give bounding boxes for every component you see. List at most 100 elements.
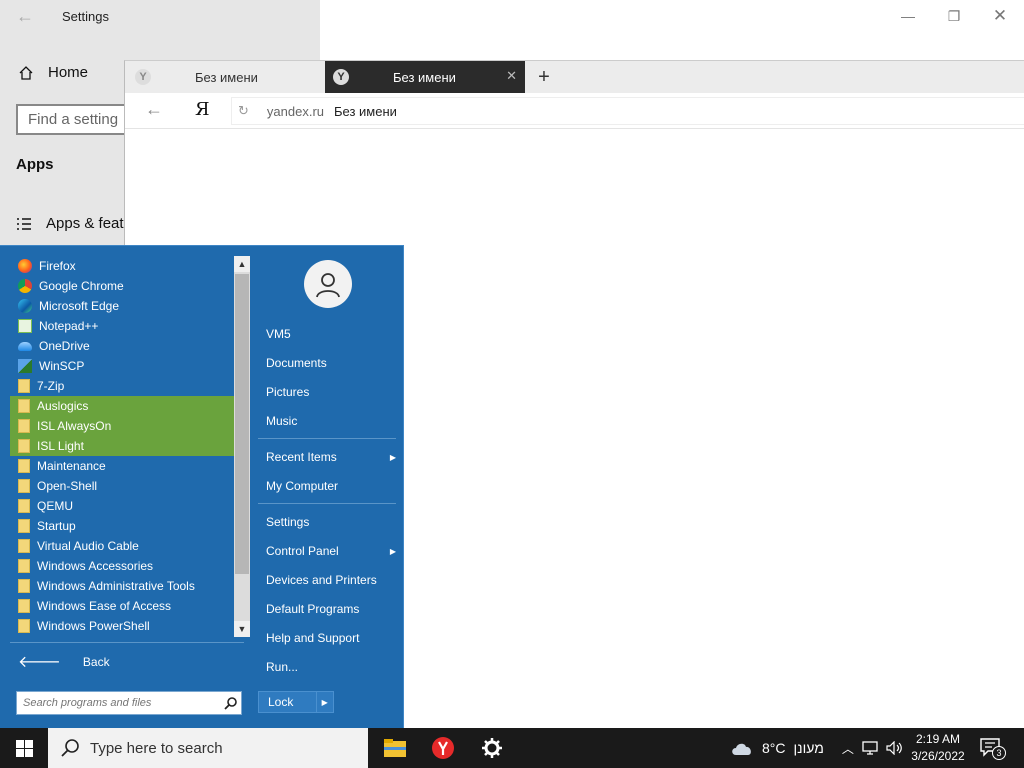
volume-icon[interactable] <box>886 741 904 755</box>
program-label: QEMU <box>37 499 73 513</box>
program-label: Maintenance <box>37 459 106 473</box>
taskbar-clock[interactable]: 2:19 AM 3/26/2022 <box>906 731 970 765</box>
gear-icon <box>482 738 502 758</box>
start-search-box[interactable] <box>16 691 242 715</box>
program-item[interactable]: Maintenance <box>10 456 234 476</box>
find-setting-input[interactable]: Find a setting <box>16 104 128 135</box>
lock-options-icon[interactable]: ▶ <box>315 692 333 712</box>
settings-back-icon[interactable]: ← <box>16 6 34 27</box>
program-label: ISL Light <box>37 439 84 453</box>
program-list-scrollbar[interactable]: ▲ ▼ <box>234 256 250 637</box>
cloud-icon[interactable] <box>730 740 754 756</box>
music-link[interactable]: Music <box>266 414 396 428</box>
settings-apps-features-link[interactable]: Apps & featu <box>16 215 132 232</box>
yandex-tab-icon: Y <box>333 69 349 85</box>
program-label: Notepad++ <box>39 319 99 333</box>
program-item[interactable]: QEMU <box>10 496 234 516</box>
scroll-up-icon[interactable]: ▲ <box>234 256 250 272</box>
weather-desc[interactable]: מעונן <box>794 740 824 756</box>
weather-temp[interactable]: 8°C <box>762 740 786 756</box>
program-item[interactable]: OneDrive <box>10 336 234 356</box>
folder-icon <box>18 499 30 513</box>
chevron-up-icon[interactable]: ︿ <box>842 740 854 757</box>
settings-taskbar-button[interactable] <box>468 728 516 768</box>
folder-icon <box>18 559 30 573</box>
documents-link[interactable]: Documents <box>266 356 396 370</box>
folder-icon <box>18 539 30 553</box>
tab-bar: Y Без имени Y Без имени ✕ + <box>125 61 1024 93</box>
settings-link[interactable]: Settings <box>266 515 396 529</box>
folder-icon <box>18 579 30 593</box>
devices-printers-link[interactable]: Devices and Printers <box>266 573 396 587</box>
program-item[interactable]: Open-Shell <box>10 476 234 496</box>
firefox-icon <box>18 259 32 273</box>
yandex-browser-icon <box>432 737 454 759</box>
default-programs-link[interactable]: Default Programs <box>266 602 396 616</box>
program-label: Google Chrome <box>39 279 124 293</box>
tab-close-icon[interactable]: ✕ <box>506 68 517 84</box>
address-bar[interactable]: ↻ yandex.ru Без имени <box>231 97 1024 125</box>
program-item[interactable]: Auslogics <box>10 396 234 416</box>
folder-icon <box>18 599 30 613</box>
yandex-tab-icon: Y <box>135 69 151 85</box>
program-item[interactable]: Firefox <box>10 256 234 276</box>
notification-center-button[interactable]: 3 <box>980 738 1006 760</box>
program-item[interactable]: ISL Light <box>10 436 234 456</box>
browser-back-icon[interactable]: ← <box>145 99 163 120</box>
network-icon[interactable] <box>862 741 878 755</box>
reload-icon[interactable]: ↻ <box>238 103 249 119</box>
minimize-icon[interactable]: — <box>890 4 926 28</box>
program-item[interactable]: 7-Zip <box>10 376 234 396</box>
program-item[interactable]: Microsoft Edge <box>10 296 234 316</box>
restore-icon[interactable]: ❐ <box>936 4 972 28</box>
start-right-column: VM5 Documents Pictures Music Recent Item… <box>256 246 404 729</box>
program-item[interactable]: Google Chrome <box>10 276 234 296</box>
back-button[interactable]: 🡐 Back <box>18 651 110 672</box>
program-item[interactable]: Windows Administrative Tools <box>10 576 234 596</box>
program-item[interactable]: Notepad++ <box>10 316 234 336</box>
lock-button[interactable]: Lock ▶ <box>258 691 334 713</box>
user-folder-link[interactable]: VM5 <box>266 327 396 341</box>
program-item[interactable]: WinSCP <box>10 356 234 376</box>
run-link[interactable]: Run... <box>266 660 396 674</box>
recent-items-link[interactable]: Recent Items ▶ <box>266 450 396 464</box>
tab-title: Без имени <box>195 69 258 85</box>
browser-tab-1[interactable]: Y Без имени <box>125 61 325 93</box>
control-panel-link[interactable]: Control Panel ▶ <box>266 544 396 558</box>
settings-home-label: Home <box>48 64 89 81</box>
program-item[interactable]: Windows Ease of Access <box>10 596 234 616</box>
program-label: Windows Ease of Access <box>37 599 172 613</box>
search-icon <box>61 739 79 757</box>
my-computer-link[interactable]: My Computer <box>266 479 396 493</box>
program-item[interactable]: ISL AlwaysOn <box>10 416 234 436</box>
submenu-arrow-icon: ▶ <box>389 546 396 556</box>
settings-home-link[interactable]: Home <box>18 64 88 81</box>
user-avatar[interactable] <box>304 260 352 308</box>
edge-icon <box>18 299 32 313</box>
program-item[interactable]: Windows PowerShell <box>10 616 234 636</box>
program-label: Windows Accessories <box>37 559 154 573</box>
taskbar-search-placeholder: Type here to search <box>90 739 223 757</box>
new-tab-button[interactable]: + <box>531 63 557 91</box>
browser-tab-2-active[interactable]: Y Без имени ✕ <box>325 61 525 93</box>
search-icon[interactable] <box>221 696 241 710</box>
pictures-link[interactable]: Pictures <box>266 385 396 399</box>
browser-toolbar: ← Я ↻ yandex.ru Без имени <box>125 93 1024 129</box>
notification-count-badge: 3 <box>992 746 1006 760</box>
program-item[interactable]: Virtual Audio Cable <box>10 536 234 556</box>
yandex-browser-taskbar-button[interactable] <box>419 728 467 768</box>
back-label: Back <box>82 654 110 669</box>
file-explorer-taskbar-button[interactable] <box>371 728 419 768</box>
start-search-input[interactable] <box>17 697 221 709</box>
yandex-logo[interactable]: Я <box>195 99 210 120</box>
scroll-thumb[interactable] <box>235 274 249 574</box>
scroll-down-icon[interactable]: ▼ <box>234 621 250 637</box>
taskbar-search-box[interactable]: Type here to search <box>48 728 368 768</box>
program-item[interactable]: Startup <box>10 516 234 536</box>
start-button[interactable] <box>0 728 48 768</box>
close-icon[interactable]: ✕ <box>982 4 1018 28</box>
help-support-link[interactable]: Help and Support <box>266 631 396 645</box>
program-label: WinSCP <box>39 359 85 373</box>
program-item[interactable]: Windows Accessories <box>10 556 234 576</box>
control-panel-label: Control Panel <box>266 544 339 558</box>
